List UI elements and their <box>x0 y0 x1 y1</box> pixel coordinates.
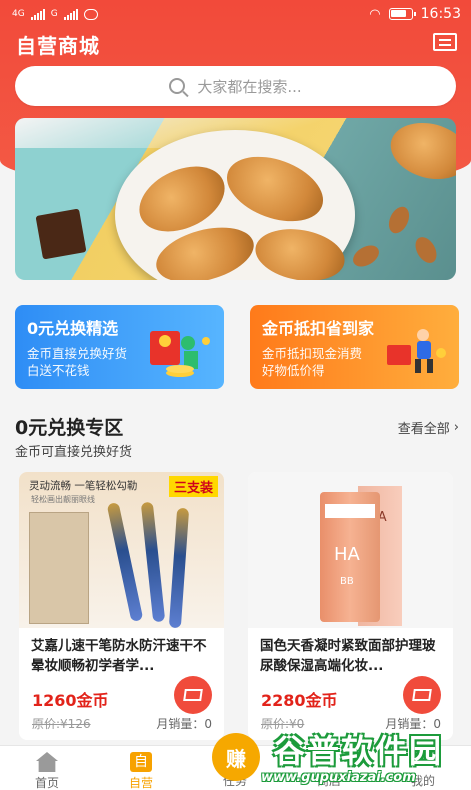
red-envelope-coins-icon <box>150 331 210 377</box>
product-image-text: 灵动流畅 一笔轻松勾勒 <box>29 480 138 492</box>
product-packaging-image <box>29 512 89 624</box>
status-time: 16:53 <box>420 6 461 22</box>
signal-icon <box>30 8 45 20</box>
search-icon <box>169 78 186 94</box>
bottle-cap-image <box>325 504 375 518</box>
network-type-label-2: G <box>50 9 58 19</box>
cart-icon <box>412 689 432 701</box>
product-image-text: 轻松画出靓丽眼线 <box>31 495 95 504</box>
section-title: 0元兑换专区 <box>15 417 124 439</box>
nav-label: 首页 <box>34 776 59 790</box>
nav-item-self-operated[interactable]: 自 自营 <box>94 746 188 790</box>
eyeliner-pen-image <box>106 502 144 622</box>
nav-label: 自营 <box>128 776 153 790</box>
see-all-label: 查看全部 <box>397 422 450 437</box>
product-image: HA HA BB <box>248 472 453 628</box>
product-image: 灵动流畅 一笔轻松勾勒 轻松画出靓丽眼线 三支装 <box>19 472 224 628</box>
cookie-plate-image <box>115 130 355 280</box>
section-subtitle: 金币可直接兑换好货 <box>15 445 133 460</box>
eyeliner-pen-image <box>168 507 190 628</box>
search-placeholder: 大家都在搜索... <box>197 77 302 96</box>
wifi-icon: ◠ <box>369 6 381 22</box>
self-operated-icon: 自 <box>130 752 152 772</box>
eyeliner-pen-image <box>140 501 166 623</box>
chocolate-piece-image <box>35 208 87 260</box>
signal-icon-2 <box>63 8 78 20</box>
nav-item-home[interactable]: 首页 <box>0 746 94 790</box>
product-bb-text: BB <box>340 576 354 587</box>
product-card[interactable]: HA HA BB 国色天香凝时紧致面部护理玻尿酸保湿高端化妆... 2280金币… <box>248 472 453 740</box>
product-price: 2280金币 <box>261 691 338 710</box>
monthly-sales: 月销量：0 <box>156 717 212 731</box>
almond-image <box>349 241 383 271</box>
almond-image <box>384 203 414 237</box>
almond-image <box>411 233 441 267</box>
home-icon <box>36 752 58 772</box>
product-brand-text: HA <box>334 544 360 565</box>
watermark-title: 谷普软件园 <box>273 732 444 770</box>
promo-card-exchange[interactable]: 0元兑换精选 金币直接兑换好货 白送不花钱 <box>15 305 224 389</box>
original-price: 原价:¥126 <box>32 717 91 731</box>
product-card[interactable]: 灵动流畅 一笔轻松勾勒 轻松画出靓丽眼线 三支装 艾嘉儿速干笔防水防汗速干不晕妆… <box>19 472 224 740</box>
cookie-image <box>218 144 332 234</box>
watermark: 谷普软件园 www.gupuxiazai.com <box>253 722 463 790</box>
promo-card-discount[interactable]: 金币抵扣省到家 金币抵扣现金消费 好物低价得 <box>250 305 459 389</box>
battery-icon <box>388 8 416 20</box>
product-name: 国色天香凝时紧致面部护理玻尿酸保湿高端化妆... <box>260 638 436 674</box>
cookie-image <box>251 222 349 280</box>
product-price: 1260金币 <box>32 691 109 710</box>
message-icon[interactable] <box>433 33 457 51</box>
cart-icon <box>183 689 203 701</box>
search-input[interactable]: 大家都在搜索... <box>15 66 456 106</box>
watermark-url: www.gupuxiazai.com <box>261 770 416 785</box>
page-title: 自营商城 <box>16 34 100 58</box>
see-all-link[interactable]: 查看全部 › <box>398 418 459 437</box>
add-to-cart-button[interactable] <box>403 676 441 714</box>
promo-banner[interactable] <box>15 118 456 280</box>
add-to-cart-button[interactable] <box>174 676 212 714</box>
product-image-tag: 三支装 <box>168 476 218 497</box>
chevron-right-icon: › <box>453 420 459 435</box>
network-type-label: 4G <box>12 9 25 19</box>
status-bar: 4G G ◠ 16:53 <box>0 0 471 30</box>
message-bubble-icon <box>83 8 98 20</box>
delivery-person-icon <box>387 329 446 373</box>
product-name: 艾嘉儿速干笔防水防汗速干不晕妆顺畅初学者学... <box>31 638 207 674</box>
